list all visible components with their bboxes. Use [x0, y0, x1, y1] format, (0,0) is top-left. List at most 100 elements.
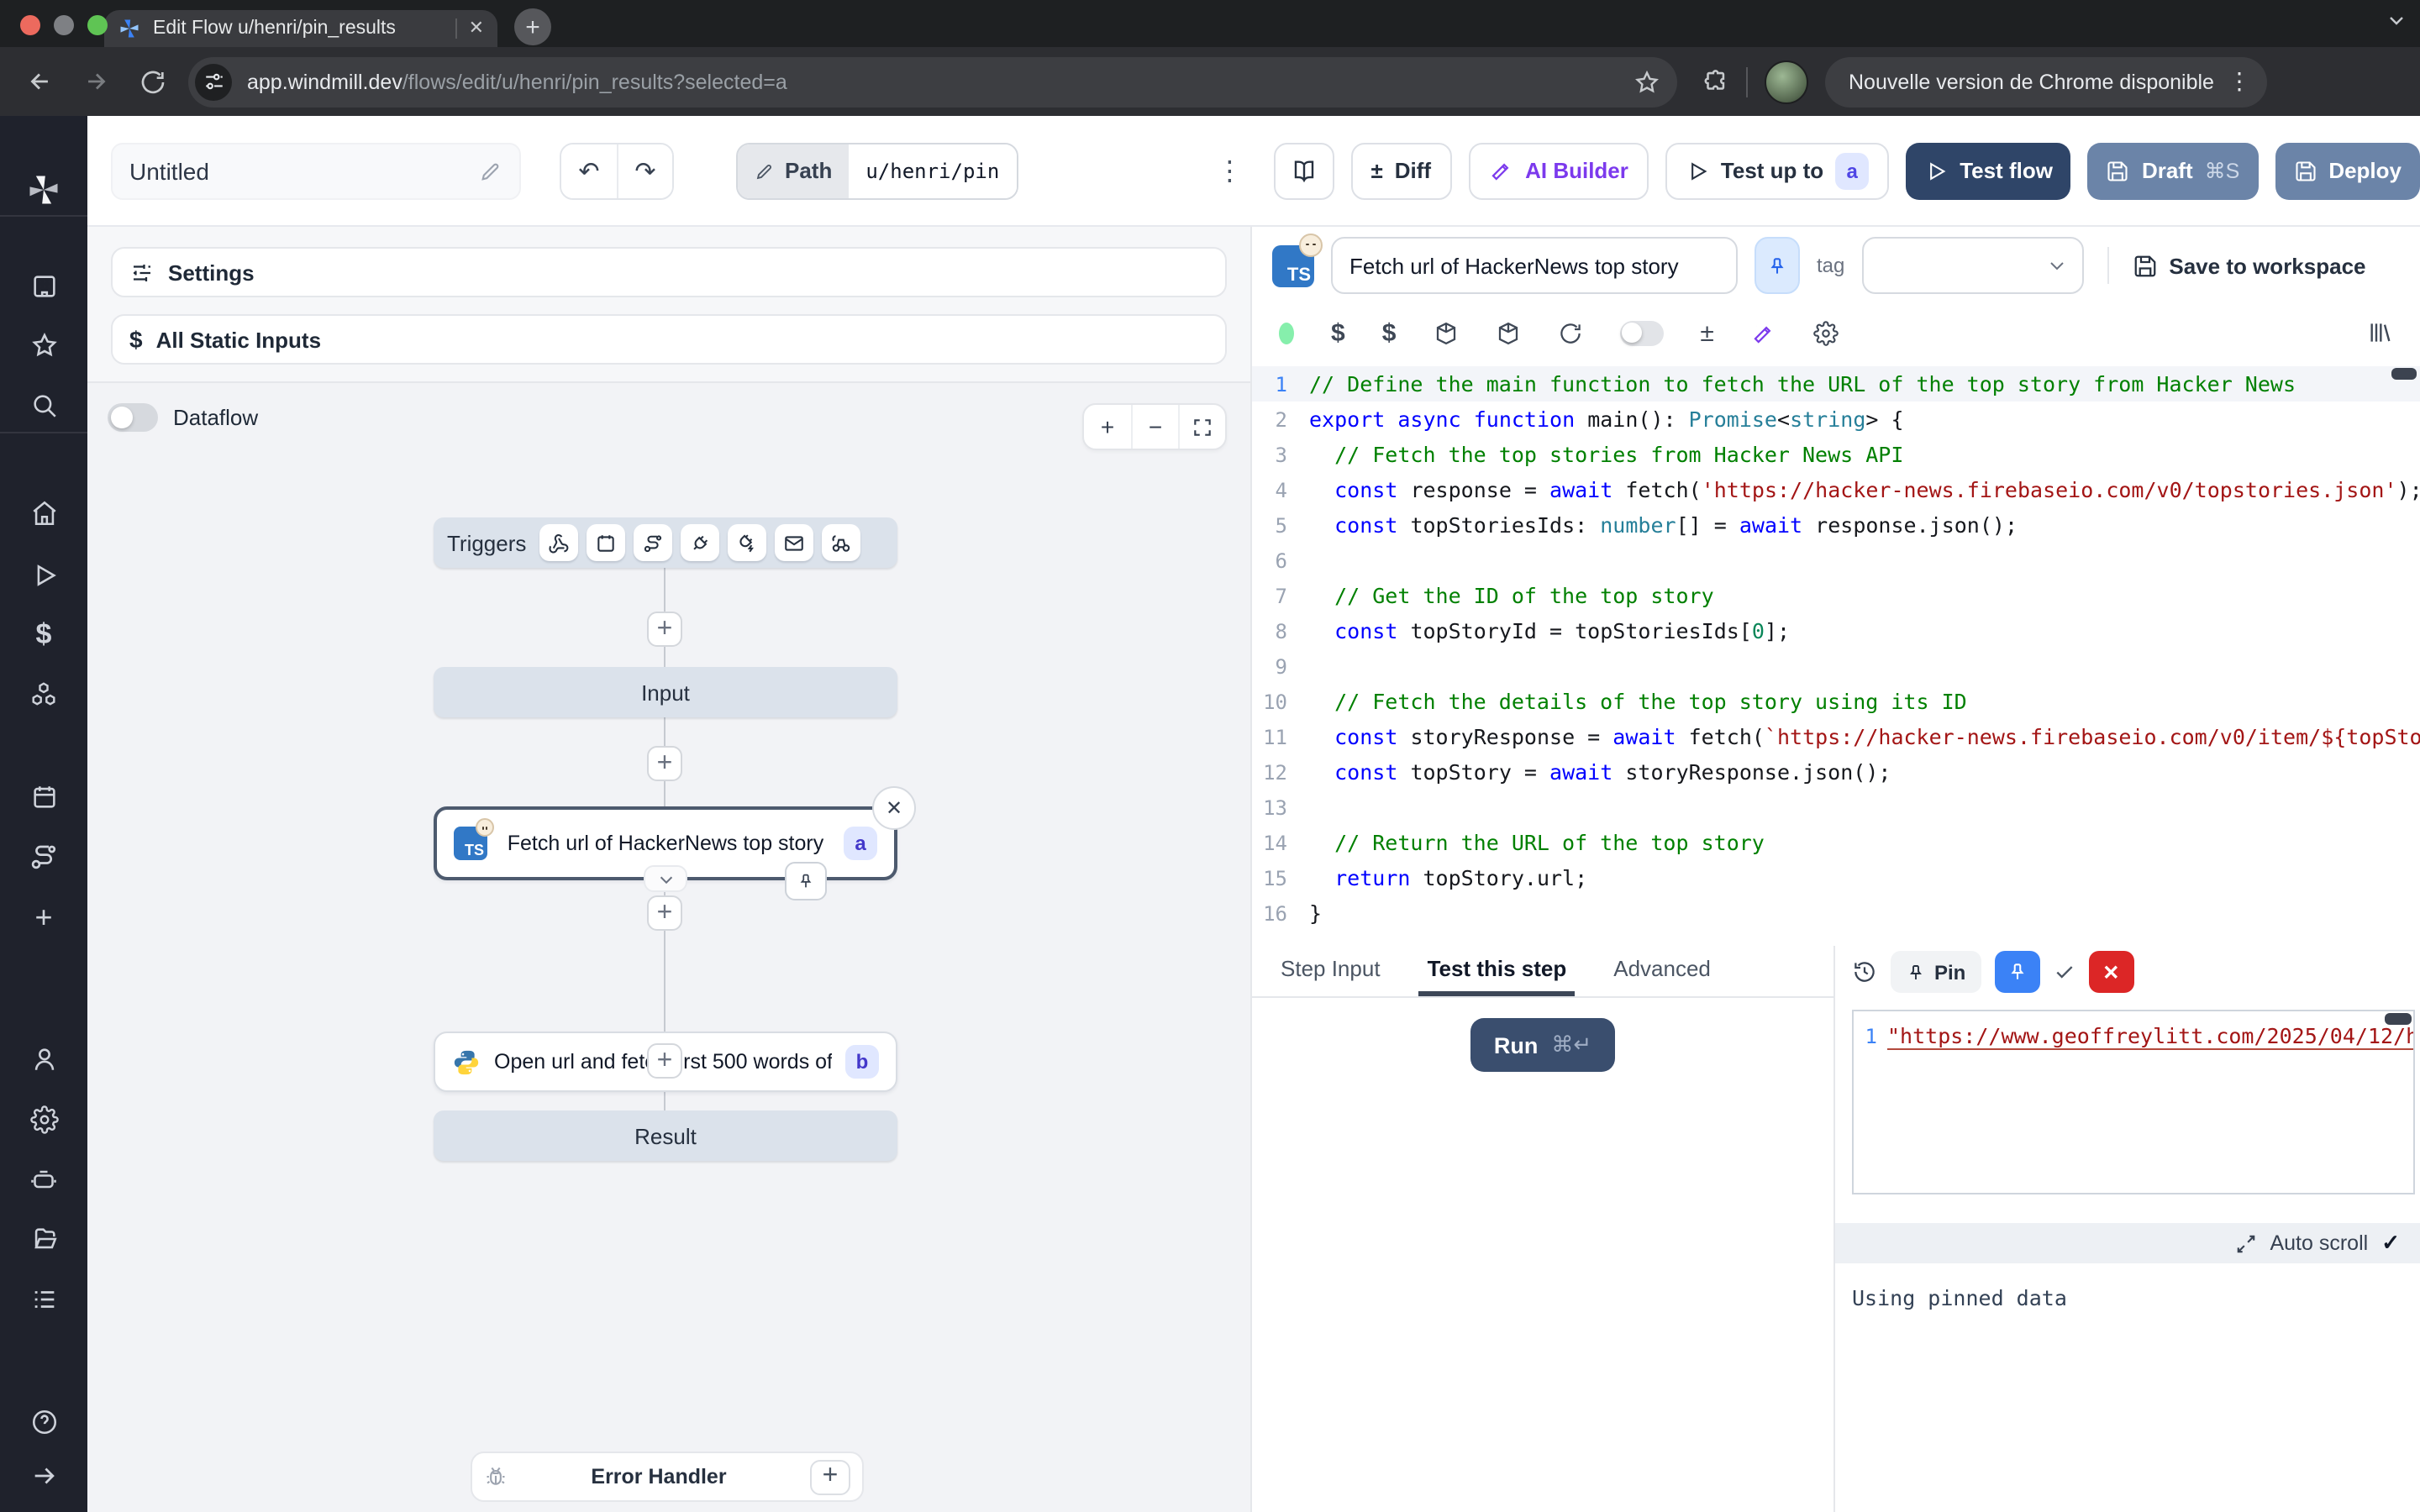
code-line[interactable]: 2export async function main(): Promise<s… — [1252, 402, 2420, 437]
add-step-button[interactable]: + — [647, 612, 682, 647]
path-chip[interactable]: Path u/henri/pin — [736, 142, 1018, 199]
code-line[interactable]: 14 // Return the URL of the top story — [1252, 825, 2420, 860]
sidebar-item-variables[interactable]: $ — [17, 608, 71, 662]
input-node[interactable]: Input — [434, 667, 897, 717]
reload-button[interactable] — [131, 60, 175, 103]
add-step-button[interactable]: + — [647, 1043, 682, 1079]
add-variable-icon[interactable]: $ — [1331, 318, 1345, 347]
add-step-button[interactable]: + — [647, 746, 682, 781]
triggers-node[interactable]: Triggers — [434, 517, 897, 568]
sidebar-item-workspace[interactable] — [17, 259, 71, 312]
back-button[interactable] — [17, 60, 60, 103]
auto-scroll-checkbox[interactable]: ✓ — [2381, 1230, 2400, 1257]
pinned-toggle-button[interactable] — [1994, 951, 2039, 993]
window-controls[interactable] — [20, 15, 108, 35]
windmill-logo[interactable] — [17, 163, 71, 217]
pinned-data-line[interactable]: 1 "https://www.geoffreylitt.com/2025/04/… — [1854, 1020, 2413, 1052]
step-node-a[interactable]: TS Fetch url of HackerNews top story a ✕ — [434, 806, 897, 880]
flow-graph-canvas[interactable]: Dataflow + − + + + + — [87, 381, 1250, 1512]
code-editor[interactable]: 1// Define the main function to fetch th… — [1252, 361, 2420, 946]
pin-step-button[interactable] — [1754, 237, 1800, 294]
add-step-button[interactable]: + — [647, 895, 682, 931]
package-icon[interactable] — [1433, 320, 1458, 345]
step-pin-badge[interactable] — [785, 862, 827, 900]
draft-button[interactable]: Draft ⌘S — [2088, 142, 2258, 199]
url-text[interactable]: app.windmill.dev/flows/edit/u/henri/pin_… — [247, 70, 1618, 93]
collapse-step-button[interactable] — [644, 865, 687, 892]
diff-mode-icon[interactable]: ± — [1700, 318, 1713, 347]
flow-name-field[interactable]: Untitled — [111, 142, 521, 199]
tab-step-input[interactable]: Step Input — [1279, 949, 1382, 988]
accept-pin-button[interactable] — [2053, 961, 2075, 983]
package-icon-2[interactable] — [1495, 320, 1520, 345]
profile-avatar[interactable] — [1765, 60, 1808, 103]
site-settings-icon[interactable] — [195, 63, 232, 100]
code-line[interactable]: 1// Define the main function to fetch th… — [1252, 366, 2420, 402]
close-window-button[interactable] — [20, 15, 40, 35]
code-line[interactable]: 11 const storyResponse = await fetch(`ht… — [1252, 719, 2420, 754]
editor-settings-icon[interactable] — [1813, 320, 1839, 345]
extensions-icon[interactable] — [1701, 67, 1729, 96]
pin-button[interactable]: Pin — [1891, 951, 1981, 993]
delete-step-button[interactable]: ✕ — [872, 786, 916, 830]
history-button[interactable] — [1852, 959, 1877, 984]
more-options-button[interactable]: ⋮ — [1216, 154, 1243, 187]
sidebar-item-settings[interactable] — [17, 1092, 71, 1146]
pinned-data-editor[interactable]: 1 "https://www.geoffreylitt.com/2025/04/… — [1852, 1010, 2415, 1194]
sidebar-item-favorites[interactable] — [17, 318, 71, 371]
browser-tab[interactable]: Edit Flow u/henri/pin_results ✕ — [104, 10, 497, 47]
diff-button[interactable]: ± Diff — [1350, 142, 1451, 199]
email-trigger-button[interactable] — [775, 524, 813, 561]
zoom-in-button[interactable]: + — [1084, 405, 1131, 449]
sidebar-item-flows[interactable] — [17, 830, 71, 884]
dataflow-toggle[interactable] — [108, 403, 158, 432]
zoom-out-button[interactable]: − — [1131, 405, 1178, 449]
fit-view-button[interactable] — [1178, 405, 1225, 449]
error-handler-node[interactable]: Error Handler + — [471, 1452, 864, 1502]
deploy-button[interactable]: Deploy — [2275, 142, 2420, 199]
code-line[interactable]: 9 — [1252, 648, 2420, 684]
reset-code-icon[interactable] — [1557, 320, 1582, 345]
expand-icon[interactable] — [2234, 1232, 2256, 1254]
code-line[interactable]: 4 const response = await fetch('https://… — [1252, 472, 2420, 507]
add-error-handler-button[interactable]: + — [810, 1459, 850, 1494]
tab-search-button[interactable] — [2386, 10, 2407, 30]
sidebar-collapse-button[interactable] — [17, 1448, 71, 1502]
sidebar-item-runs[interactable] — [17, 548, 71, 601]
test-up-to-step-badge[interactable]: a — [1835, 152, 1869, 189]
code-line[interactable]: 6 — [1252, 543, 2420, 578]
code-line[interactable]: 10 // Fetch the details of the top story… — [1252, 684, 2420, 719]
sidebar-item-add[interactable]: + — [17, 890, 71, 944]
code-line[interactable]: 5 const topStoriesIds: number[] = await … — [1252, 507, 2420, 543]
step-name-input[interactable] — [1331, 237, 1738, 294]
code-line[interactable]: 15 return topStory.url; — [1252, 860, 2420, 895]
sidebar-item-folders[interactable] — [17, 1211, 71, 1265]
library-icon[interactable] — [2366, 319, 2393, 346]
poll-trigger-button[interactable] — [822, 524, 860, 561]
bookmark-star-icon[interactable] — [1634, 68, 1660, 95]
sidebar-item-workers[interactable] — [17, 1152, 71, 1206]
test-flow-button[interactable]: Test flow — [1906, 142, 2071, 199]
run-button[interactable]: Run ⌘↵ — [1470, 1018, 1615, 1072]
url-bar[interactable]: app.windmill.dev/flows/edit/u/henri/pin_… — [188, 56, 1677, 107]
route-trigger-button[interactable] — [634, 524, 672, 561]
code-line[interactable]: 3 // Fetch the top stories from Hacker N… — [1252, 437, 2420, 472]
sidebar-item-audit-logs[interactable] — [17, 1272, 71, 1326]
schedule-trigger-button[interactable] — [587, 524, 625, 561]
chrome-update-button[interactable]: Nouvelle version de Chrome disponible ⋮ — [1825, 56, 2268, 107]
sidebar-item-users[interactable] — [17, 1032, 71, 1085]
sidebar-item-search[interactable] — [17, 378, 71, 432]
sidebar-item-home[interactable] — [17, 486, 71, 539]
save-to-workspace-button[interactable]: Save to workspace — [2132, 253, 2365, 278]
redo-button[interactable]: ↷ — [617, 144, 672, 197]
tab-advanced[interactable]: Advanced — [1612, 949, 1712, 988]
code-line[interactable]: 13 — [1252, 790, 2420, 825]
tab-close-icon[interactable]: ✕ — [469, 19, 484, 38]
result-node[interactable]: Result — [434, 1110, 897, 1161]
docs-button[interactable] — [1273, 142, 1334, 199]
browser-menu-icon[interactable]: ⋮ — [2228, 67, 2251, 96]
code-line[interactable]: 12 const topStory = await storyResponse.… — [1252, 754, 2420, 790]
tab-test-this-step[interactable]: Test this step — [1426, 949, 1569, 988]
code-line[interactable]: 8 const topStoryId = topStoriesIds[0]; — [1252, 613, 2420, 648]
vim-mode-toggle[interactable] — [1619, 320, 1663, 345]
